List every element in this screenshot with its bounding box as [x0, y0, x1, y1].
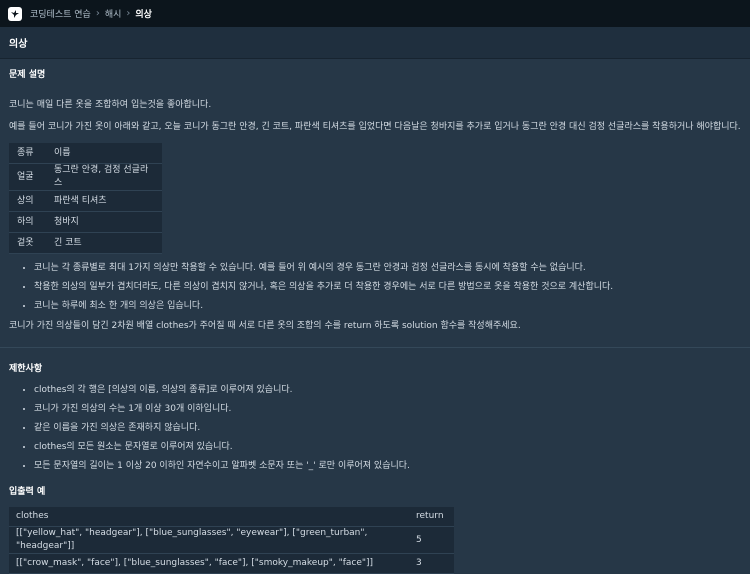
table-row: 겉옷 긴 코트 — [9, 232, 162, 254]
table-header-row: clothes return — [9, 507, 454, 527]
list-item: 모든 문자열의 길이는 1 이상 20 이하인 자연수이고 알파벳 소문자 또는… — [34, 460, 741, 473]
list-item: 착용한 의상의 일부가 겹치더라도, 다른 의상이 겹치지 않거나, 혹은 의상… — [34, 281, 741, 294]
problem-task: 코니가 가진 의상들이 담긴 2차원 배열 clothes가 주어질 때 서로 … — [9, 321, 521, 331]
table-header: return — [409, 507, 454, 527]
list-item: 코니가 가진 의상의 수는 1개 이상 30개 이하입니다. — [34, 403, 741, 416]
breadcrumb-current: 의상 — [135, 10, 152, 20]
page-title: 의상 — [0, 27, 750, 59]
rules-list: 코니는 각 종류별로 최대 1가지 의상만 착용할 수 있습니다. 예를 들어 … — [9, 262, 741, 313]
table-header: clothes — [9, 507, 409, 527]
problem-example: 예를 들어 코니가 가진 옷이 아래와 같고, 오늘 코니가 동그란 안경, 긴… — [9, 122, 741, 132]
top-nav: 코딩테스트 연습 › 해시 › 의상 — [0, 0, 750, 27]
problem-content: 문제 설명 코니는 매일 다른 옷을 조합하여 입는것을 좋아합니다. 예를 들… — [0, 69, 750, 574]
table-cell: 동그란 안경, 검정 선글라스 — [46, 163, 162, 191]
section-divider — [0, 347, 750, 348]
constraints-list: clothes의 각 행은 [의상의 이름, 의상의 종류]로 이루어져 있습니… — [9, 384, 741, 473]
list-item: 코니는 각 종류별로 최대 1가지 의상만 착용할 수 있습니다. 예를 들어 … — [34, 262, 741, 275]
problem-intro: 코니는 매일 다른 옷을 조합하여 입는것을 좋아합니다. — [9, 100, 212, 110]
list-item: 코니는 하루에 최소 한 개의 의상은 입습니다. — [34, 300, 741, 313]
table-row: 상의 파란색 티셔츠 — [9, 190, 162, 212]
table-cell: 겉옷 — [9, 232, 46, 254]
chevron-right-icon: › — [95, 8, 100, 19]
table-row: 하의 청바지 — [9, 211, 162, 233]
table-cell: 하의 — [9, 211, 46, 233]
breadcrumb-item-hash[interactable]: 해시 — [105, 7, 122, 20]
problem-heading: 문제 설명 — [9, 70, 46, 80]
bird-logo-icon[interactable] — [8, 6, 22, 21]
table-header: 종류 — [9, 143, 46, 164]
table-cell: 3 — [409, 553, 454, 574]
table-cell: [["crow_mask", "face"], ["blue_sunglasse… — [9, 553, 409, 574]
clothes-type-table: 종류 이름 얼굴 동그란 안경, 검정 선글라스 상의 파란색 티셔츠 하의 청… — [9, 143, 162, 254]
table-cell: 상의 — [9, 190, 46, 212]
table-row: [["crow_mask", "face"], ["blue_sunglasse… — [9, 553, 454, 574]
chevron-right-icon: › — [126, 8, 131, 19]
table-header: 이름 — [46, 143, 162, 164]
table-cell: 긴 코트 — [46, 232, 162, 254]
list-item: clothes의 모든 원소는 문자열로 이루어져 있습니다. — [34, 441, 741, 454]
examples-heading: 입출력 예 — [9, 487, 46, 497]
table-header-row: 종류 이름 — [9, 143, 162, 164]
table-cell: 얼굴 — [9, 163, 46, 191]
breadcrumb: 코딩테스트 연습 › 해시 › 의상 — [30, 7, 152, 20]
list-item: clothes의 각 행은 [의상의 이름, 의상의 종류]로 이루어져 있습니… — [34, 384, 741, 397]
table-row: [["yellow_hat", "headgear"], ["blue_sung… — [9, 526, 454, 554]
table-cell: 청바지 — [46, 211, 162, 233]
breadcrumb-item-coding-test[interactable]: 코딩테스트 연습 — [30, 7, 91, 20]
table-cell: [["yellow_hat", "headgear"], ["blue_sung… — [9, 526, 409, 554]
table-row: 얼굴 동그란 안경, 검정 선글라스 — [9, 163, 162, 191]
examples-table: clothes return [["yellow_hat", "headgear… — [9, 507, 454, 574]
constraints-heading: 제한사항 — [9, 364, 43, 374]
table-cell: 파란색 티셔츠 — [46, 190, 162, 212]
list-item: 같은 이름을 가진 의상은 존재하지 않습니다. — [34, 422, 741, 435]
table-cell: 5 — [409, 526, 454, 554]
